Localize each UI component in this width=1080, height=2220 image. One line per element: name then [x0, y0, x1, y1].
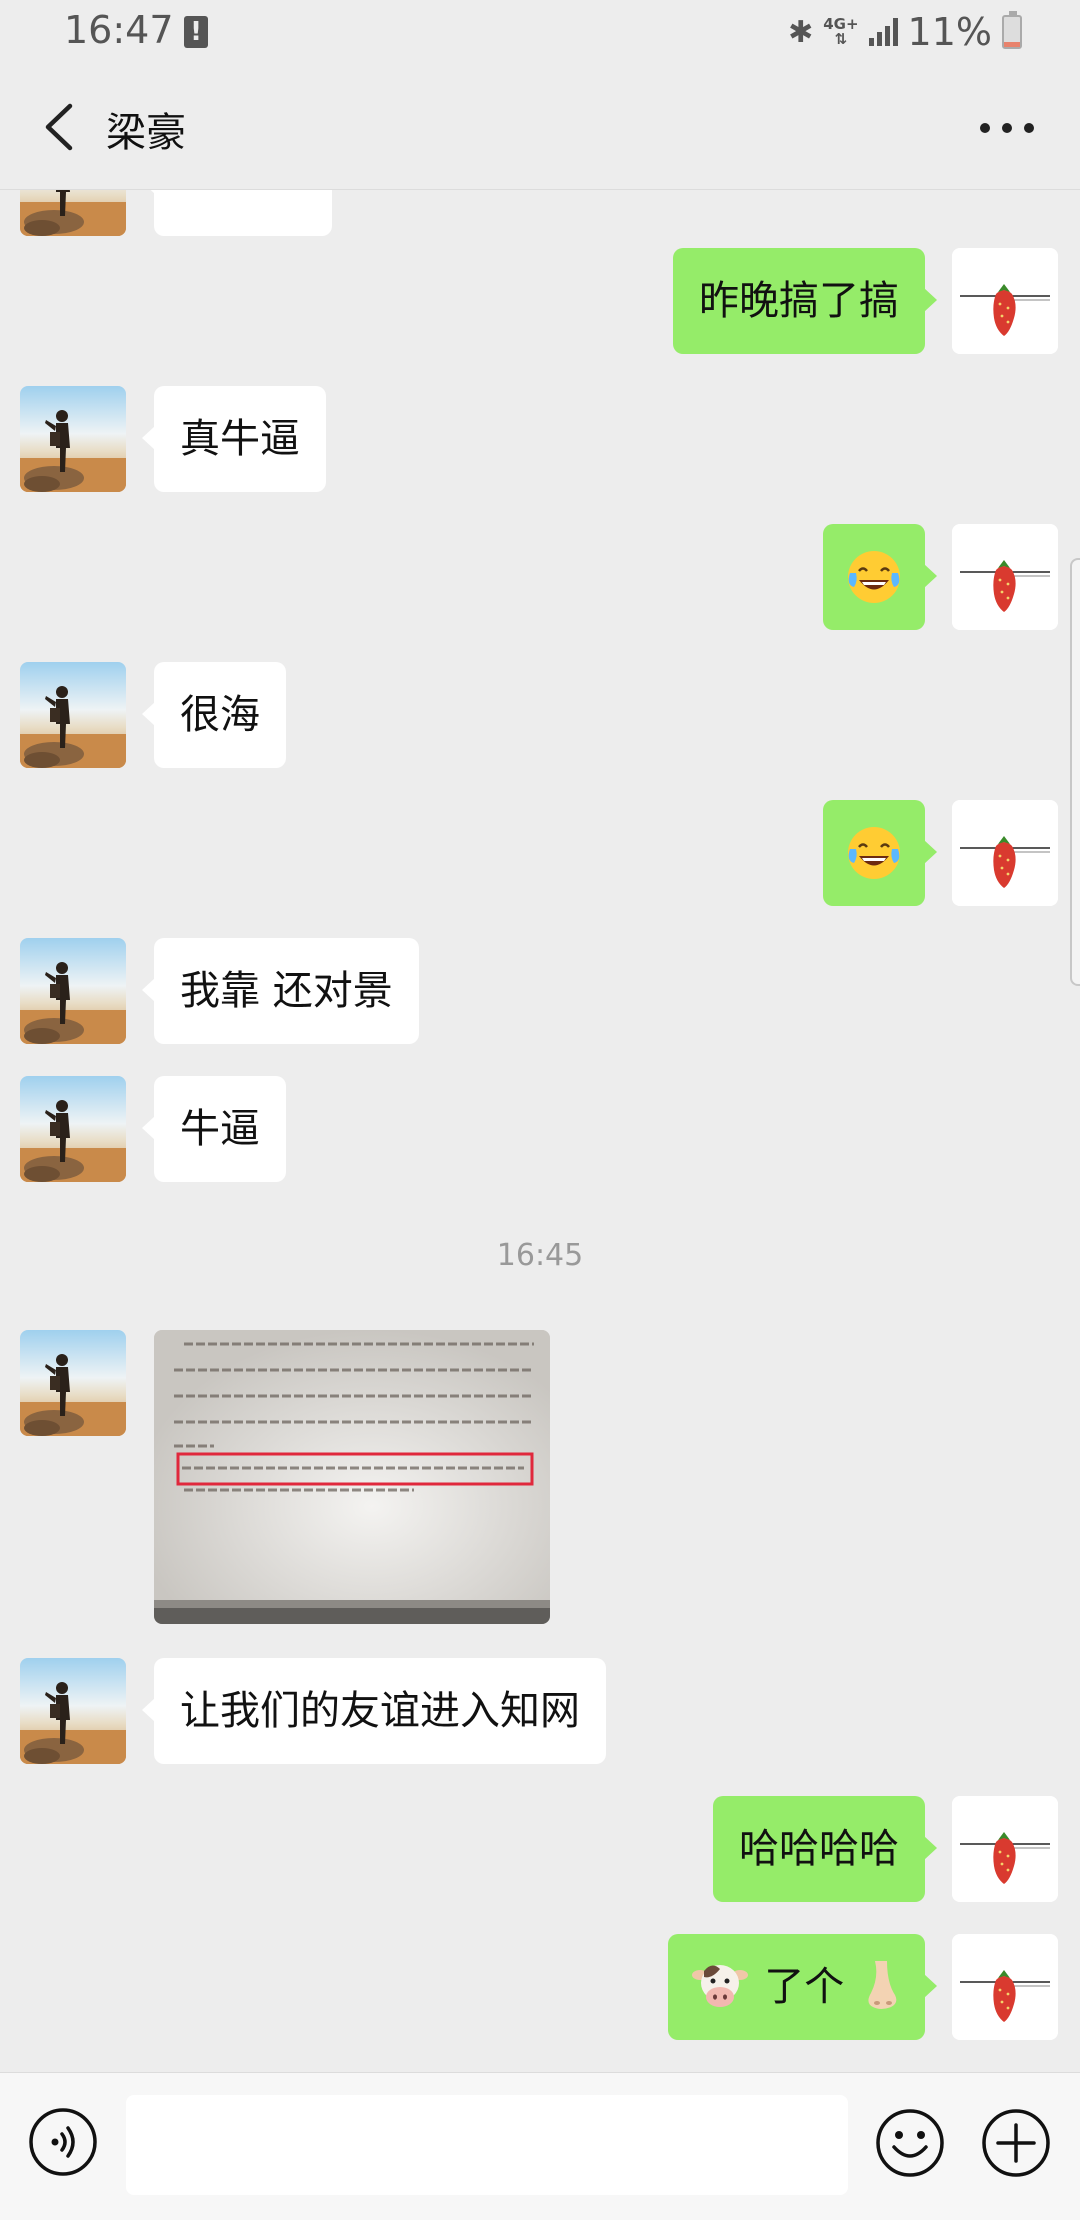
contact-avatar[interactable]	[20, 386, 126, 492]
my-avatar[interactable]	[952, 1934, 1058, 2040]
message-timestamp: 16:45	[496, 1238, 584, 1273]
message-bubble[interactable]: 我靠 还对景	[142, 938, 419, 1044]
my-avatar[interactable]	[952, 524, 1058, 630]
tears-of-joy-emoji	[848, 551, 900, 603]
message-bubble-partial[interactable]	[142, 190, 332, 236]
cow-face-emoji	[691, 1965, 748, 2007]
bluetooth-icon: ✱	[788, 14, 814, 50]
scroll-indicator[interactable]	[1070, 558, 1080, 986]
message-bubble[interactable]: 真牛逼	[142, 386, 326, 492]
message-bubble[interactable]: 哈哈哈哈	[713, 1796, 937, 1902]
contact-avatar[interactable]	[20, 190, 126, 236]
message-bubble[interactable]: 昨晚搞了搞	[673, 248, 937, 354]
message-bubble[interactable]: 了个	[667, 1934, 938, 2040]
status-bar: 16:47 ! ✱ 4G+ ⇅ 11%	[0, 0, 1080, 64]
network-type: 4G+ ⇅	[823, 15, 859, 48]
smiley-icon[interactable]	[874, 2107, 946, 2179]
contact-avatar[interactable]	[20, 662, 126, 768]
voice-icon[interactable]	[28, 2107, 98, 2177]
chat-title: 梁豪	[106, 110, 186, 156]
chat-header: 梁豪	[0, 64, 1080, 190]
document-photo	[154, 1330, 550, 1624]
status-icons: ✱ 4G+ ⇅ 11%	[788, 10, 1022, 54]
my-avatar[interactable]	[952, 800, 1058, 906]
image-message[interactable]	[154, 1330, 550, 1624]
status-time: 16:47	[64, 8, 174, 52]
contact-avatar[interactable]	[20, 938, 126, 1044]
chat-messages[interactable]: 昨晚搞了搞 真牛逼 很海 我靠 还对景 牛逼 16:45 让我们的友谊进入知网 …	[0, 190, 1080, 2072]
my-avatar[interactable]	[952, 248, 1058, 354]
message-bubble[interactable]: 很海	[142, 662, 286, 768]
contact-avatar[interactable]	[20, 1330, 126, 1436]
contact-avatar[interactable]	[20, 1076, 126, 1182]
message-bubble-emoji[interactable]	[823, 524, 937, 630]
message-text: 了个	[764, 1964, 845, 2010]
contact-avatar[interactable]	[20, 1658, 126, 1764]
message-bubble-emoji[interactable]	[823, 800, 937, 906]
back-chevron-icon[interactable]	[36, 100, 86, 154]
message-bubble[interactable]: 牛逼	[142, 1076, 286, 1182]
plus-icon[interactable]	[980, 2107, 1052, 2179]
message-bubble[interactable]: 让我们的友谊进入知网	[142, 1658, 606, 1764]
message-input[interactable]	[126, 2095, 848, 2195]
signal-icon	[868, 18, 898, 46]
nose-emoji	[868, 1961, 897, 2009]
network-label: 4G+	[823, 15, 859, 33]
battery-percent: 11%	[907, 10, 992, 54]
input-bar	[0, 2072, 1080, 2220]
battery-icon	[1002, 11, 1022, 49]
alert-icon: !	[184, 16, 208, 48]
tears-of-joy-emoji	[848, 827, 900, 879]
more-dots-icon[interactable]	[980, 108, 1034, 148]
my-avatar[interactable]	[952, 1796, 1058, 1902]
